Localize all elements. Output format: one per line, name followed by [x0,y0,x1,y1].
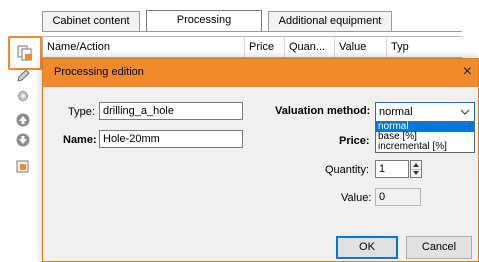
name-label: Name: [63,134,97,146]
name-field[interactable]: Hole-20mm [99,130,243,148]
edit-button[interactable] [12,66,34,86]
chevron-down-icon [460,103,470,121]
processing-edition-dialog: Processing edition × Type: drilling_a_ho… [42,58,479,262]
cancel-button[interactable]: Cancel [406,236,472,259]
price-label: Price: [339,135,370,147]
processing-grid-header: Name/Action Price Quan... Value Typ [42,36,462,58]
move-up-icon [15,112,31,128]
move-up-button[interactable] [12,110,34,130]
column-value[interactable]: Value [335,37,387,57]
valuation-method-dropdown: normal base [%] incremental [%] [375,121,475,153]
move-down-button[interactable] [12,130,34,150]
settings-button[interactable] [12,86,34,106]
value-field: 0 [375,188,421,206]
valuation-method-label: Valuation method: [275,105,371,117]
type-label: Type: [68,106,95,118]
tab-cabinet-content[interactable]: Cabinet content [42,11,140,31]
valuation-option-incremental[interactable]: incremental [%] [376,142,474,152]
move-down-icon [15,132,31,148]
close-icon[interactable]: × [463,63,472,81]
column-name-action[interactable]: Name/Action [43,37,245,57]
tab-bar: Cabinet content Processing Additional eq… [0,0,479,38]
tool-folder-button[interactable] [12,156,34,176]
copy-button[interactable] [8,36,42,70]
type-field[interactable]: drilling_a_hole [99,102,243,120]
decrement-icon[interactable] [411,169,421,177]
column-quantity[interactable]: Quan... [285,37,335,57]
quantity-stepper[interactable] [410,160,422,178]
valuation-method-value: normal [379,106,413,118]
tool-folder-icon [15,158,31,174]
quantity-label: Quantity: [325,164,370,176]
value-label: Value: [341,192,372,204]
valuation-method-select[interactable]: normal [375,102,475,122]
tab-additional-equipment[interactable]: Additional equipment [268,11,392,31]
tab-processing[interactable]: Processing [146,10,262,32]
dialog-titlebar[interactable]: Processing edition × [43,59,478,87]
tab-divider [42,31,462,32]
column-price[interactable]: Price [245,37,285,57]
edit-icon [15,68,31,84]
copy-icon [16,44,34,62]
ok-button[interactable]: OK [336,236,398,259]
quantity-field[interactable]: 1 [375,160,409,178]
left-toolbar [8,36,42,236]
column-type[interactable]: Typ [387,37,427,57]
wrench-icon [15,88,31,104]
dialog-title: Processing edition [54,66,144,78]
